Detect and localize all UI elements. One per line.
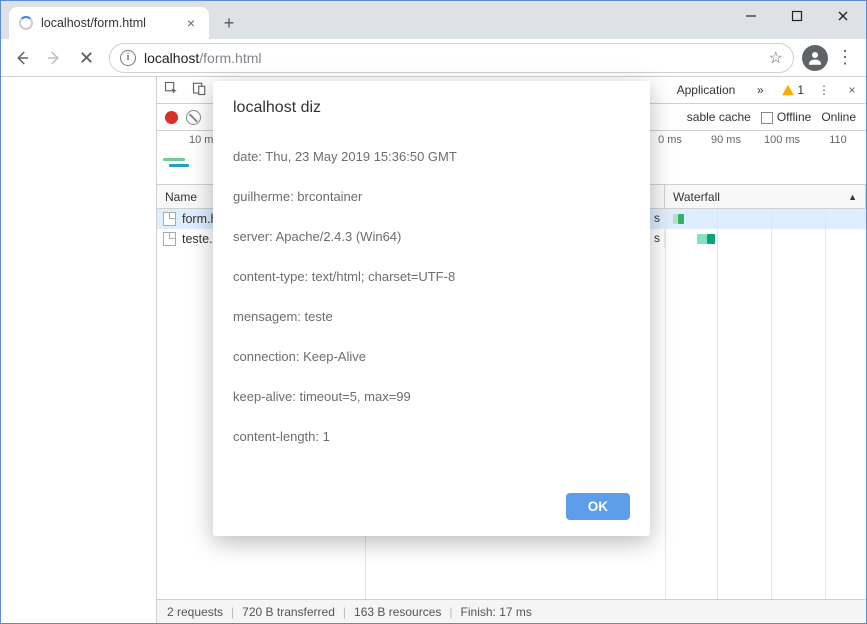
- sort-asc-icon: ▲: [848, 192, 857, 202]
- alert-line: server: Apache/2.4.3 (Win64): [233, 227, 630, 247]
- titlebar: localhost/form.html × +: [1, 1, 866, 39]
- alert-line: connection: Keep-Alive: [233, 347, 630, 367]
- alert-line: guilherme: brcontainer: [233, 187, 630, 207]
- back-button[interactable]: [7, 43, 37, 73]
- waterfall-bar: [707, 234, 715, 244]
- warning-count: 1: [797, 83, 804, 97]
- clear-button[interactable]: [186, 110, 201, 125]
- inspect-element-icon[interactable]: [157, 81, 185, 99]
- col-waterfall[interactable]: Waterfall ▲: [665, 185, 866, 208]
- close-window-button[interactable]: [820, 1, 866, 31]
- status-resources: 163 B resources: [354, 605, 441, 619]
- ruler-label: 100 ms: [754, 134, 810, 146]
- disable-cache-label[interactable]: sable cache: [687, 110, 751, 124]
- profile-avatar-icon[interactable]: [802, 45, 828, 71]
- bookmark-star-icon[interactable]: ☆: [769, 48, 783, 68]
- devtools-warning-badge[interactable]: 1: [775, 83, 810, 97]
- url-path: /form.html: [199, 50, 261, 66]
- browser-tab[interactable]: localhost/form.html ×: [9, 7, 209, 39]
- js-alert-dialog: localhost diz date: Thu, 23 May 2019 15:…: [213, 81, 650, 536]
- close-tab-icon[interactable]: ×: [183, 15, 199, 31]
- minimize-icon: [743, 8, 759, 24]
- ok-button[interactable]: OK: [566, 493, 630, 520]
- offline-toggle[interactable]: Offline: [761, 110, 811, 124]
- window-controls: [728, 1, 866, 39]
- ruler-label: 110: [810, 134, 866, 146]
- alert-line: content-type: text/html; charset=UTF-8: [233, 267, 630, 287]
- alert-line: content-length: 1: [233, 427, 630, 447]
- stop-button[interactable]: [71, 43, 101, 73]
- document-icon: [163, 212, 176, 226]
- waterfall-bar: [697, 234, 707, 244]
- status-finish: Finish: 17 ms: [461, 605, 532, 619]
- page-viewport: [1, 77, 156, 623]
- site-info-icon[interactable]: i: [120, 50, 136, 66]
- nav-toolbar: i localhost/form.html ☆ ⋮: [1, 39, 866, 77]
- person-icon: [806, 49, 824, 67]
- ruler-label: 0 ms: [642, 134, 698, 146]
- forward-button[interactable]: [39, 43, 69, 73]
- document-icon: [163, 232, 176, 246]
- stop-icon: [79, 50, 94, 65]
- tab-title: localhost/form.html: [41, 16, 183, 30]
- overview-bar: [169, 164, 189, 167]
- new-tab-button[interactable]: +: [215, 9, 243, 37]
- ruler-label: 90 ms: [698, 134, 754, 146]
- alert-title: localhost diz: [233, 99, 630, 117]
- status-requests: 2 requests: [167, 605, 223, 619]
- minimize-button[interactable]: [728, 1, 774, 31]
- pointer-box-icon: [164, 81, 179, 96]
- devices-icon: [192, 81, 207, 96]
- address-bar[interactable]: i localhost/form.html ☆: [109, 43, 794, 73]
- status-transferred: 720 B transferred: [242, 605, 335, 619]
- throttle-select[interactable]: Online: [821, 110, 856, 124]
- waterfall-bar: [678, 214, 684, 224]
- devtools-status-bar: 2 requests | 720 B transferred | 163 B r…: [157, 599, 866, 623]
- loading-spinner-icon: [19, 16, 33, 30]
- browser-window: localhost/form.html × + i: [0, 0, 867, 624]
- overview-bar: [163, 158, 185, 161]
- alert-body: date: Thu, 23 May 2019 15:36:50 GMT guil…: [233, 127, 630, 467]
- warning-icon: [781, 83, 795, 97]
- maximize-button[interactable]: [774, 1, 820, 31]
- devtools-tabs-overflow[interactable]: »: [745, 83, 775, 97]
- arrow-left-icon: [13, 49, 31, 67]
- alert-line: keep-alive: timeout=5, max=99: [233, 387, 630, 407]
- device-toggle-icon[interactable]: [185, 81, 213, 99]
- devtools-settings-dots[interactable]: ⋮: [810, 83, 838, 97]
- record-button[interactable]: [165, 111, 178, 124]
- devtools-close-icon[interactable]: ×: [838, 83, 866, 97]
- alert-line: date: Thu, 23 May 2019 15:36:50 GMT: [233, 147, 630, 167]
- alert-line: mensagem: teste: [233, 307, 630, 327]
- url-text: localhost/form.html: [144, 50, 262, 66]
- devtools-tab-application[interactable]: Application: [667, 83, 746, 97]
- checkbox-icon: [761, 112, 773, 124]
- close-icon: [835, 8, 851, 24]
- url-host: localhost: [144, 50, 199, 66]
- arrow-right-icon: [45, 49, 63, 67]
- chrome-menu-button[interactable]: ⋮: [830, 43, 860, 73]
- maximize-icon: [789, 8, 805, 24]
